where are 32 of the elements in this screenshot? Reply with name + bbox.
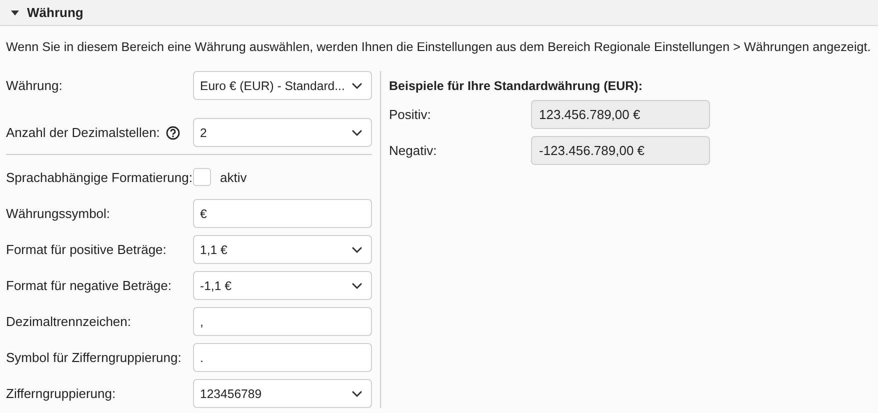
checkbox[interactable]: [193, 168, 211, 186]
checkbox-label: aktiv: [220, 170, 247, 184]
chevron-down-icon: [351, 82, 363, 90]
field-label: Format für negative Beträge:: [6, 278, 172, 293]
select-field[interactable]: -1,1 €: [193, 271, 372, 300]
field-label: Währungssymbol:: [6, 206, 110, 221]
readonly-field: -123.456.789,00 €: [531, 136, 710, 165]
section-header[interactable]: Währung: [0, 0, 878, 26]
field-label: Zifferngruppierung:: [6, 386, 116, 401]
field-label: Anzahl der Dezimalstellen:: [6, 125, 160, 140]
select-field[interactable]: 123456789: [193, 379, 372, 408]
chevron-down-icon: [351, 282, 363, 290]
field-label: Format für positive Beträge:: [6, 242, 166, 257]
examples-title: Beispiele für Ihre Standardwährung (EUR):: [389, 79, 644, 93]
field-label: Sprachabhängige Formatierung:: [6, 170, 192, 184]
caret-down-icon: [10, 8, 20, 18]
select-field[interactable]: 2: [193, 118, 372, 147]
chevron-down-icon: [351, 246, 363, 254]
select-field[interactable]: Euro € (EUR) - Standard...: [193, 71, 372, 100]
input-field[interactable]: ,: [193, 307, 372, 336]
example-label: Positiv:: [389, 107, 432, 122]
field-label: Dezimaltrennzeichen:: [6, 314, 132, 329]
readonly-field: 123.456.789,00 €: [531, 100, 710, 129]
chevron-down-icon: [351, 390, 363, 398]
select-field[interactable]: 1,1 €: [193, 235, 372, 264]
input-field[interactable]: €: [193, 199, 372, 228]
chevron-down-icon: [351, 128, 363, 136]
example-label: Negativ:: [389, 143, 438, 158]
description-text: Wenn Sie in diesem Bereich eine Währung auswählen, werden Ihnen die Einstellungen aus dem Bereich Regionale Einstellungen > Währungen angezeigt.: [5, 39, 872, 56]
field-label: Symbol für Zifferngruppierung:: [6, 350, 182, 365]
field-label: Währung:: [6, 78, 62, 93]
input-field[interactable]: .: [193, 343, 372, 372]
